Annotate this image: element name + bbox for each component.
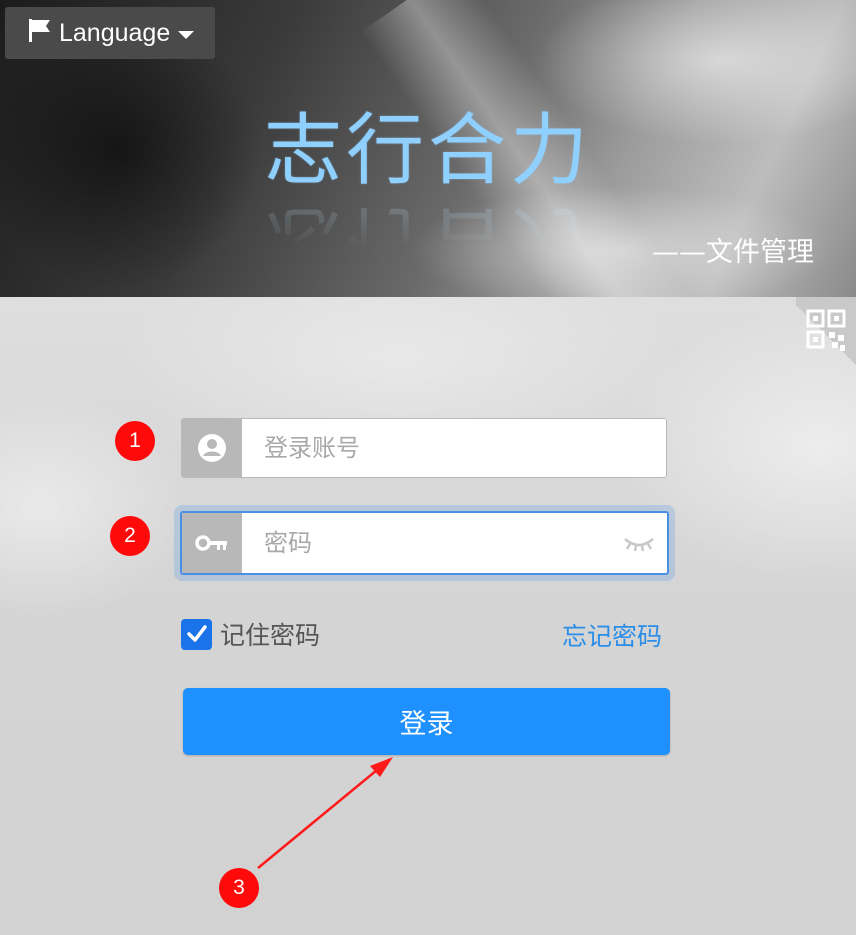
annotation-arrow xyxy=(257,757,393,869)
